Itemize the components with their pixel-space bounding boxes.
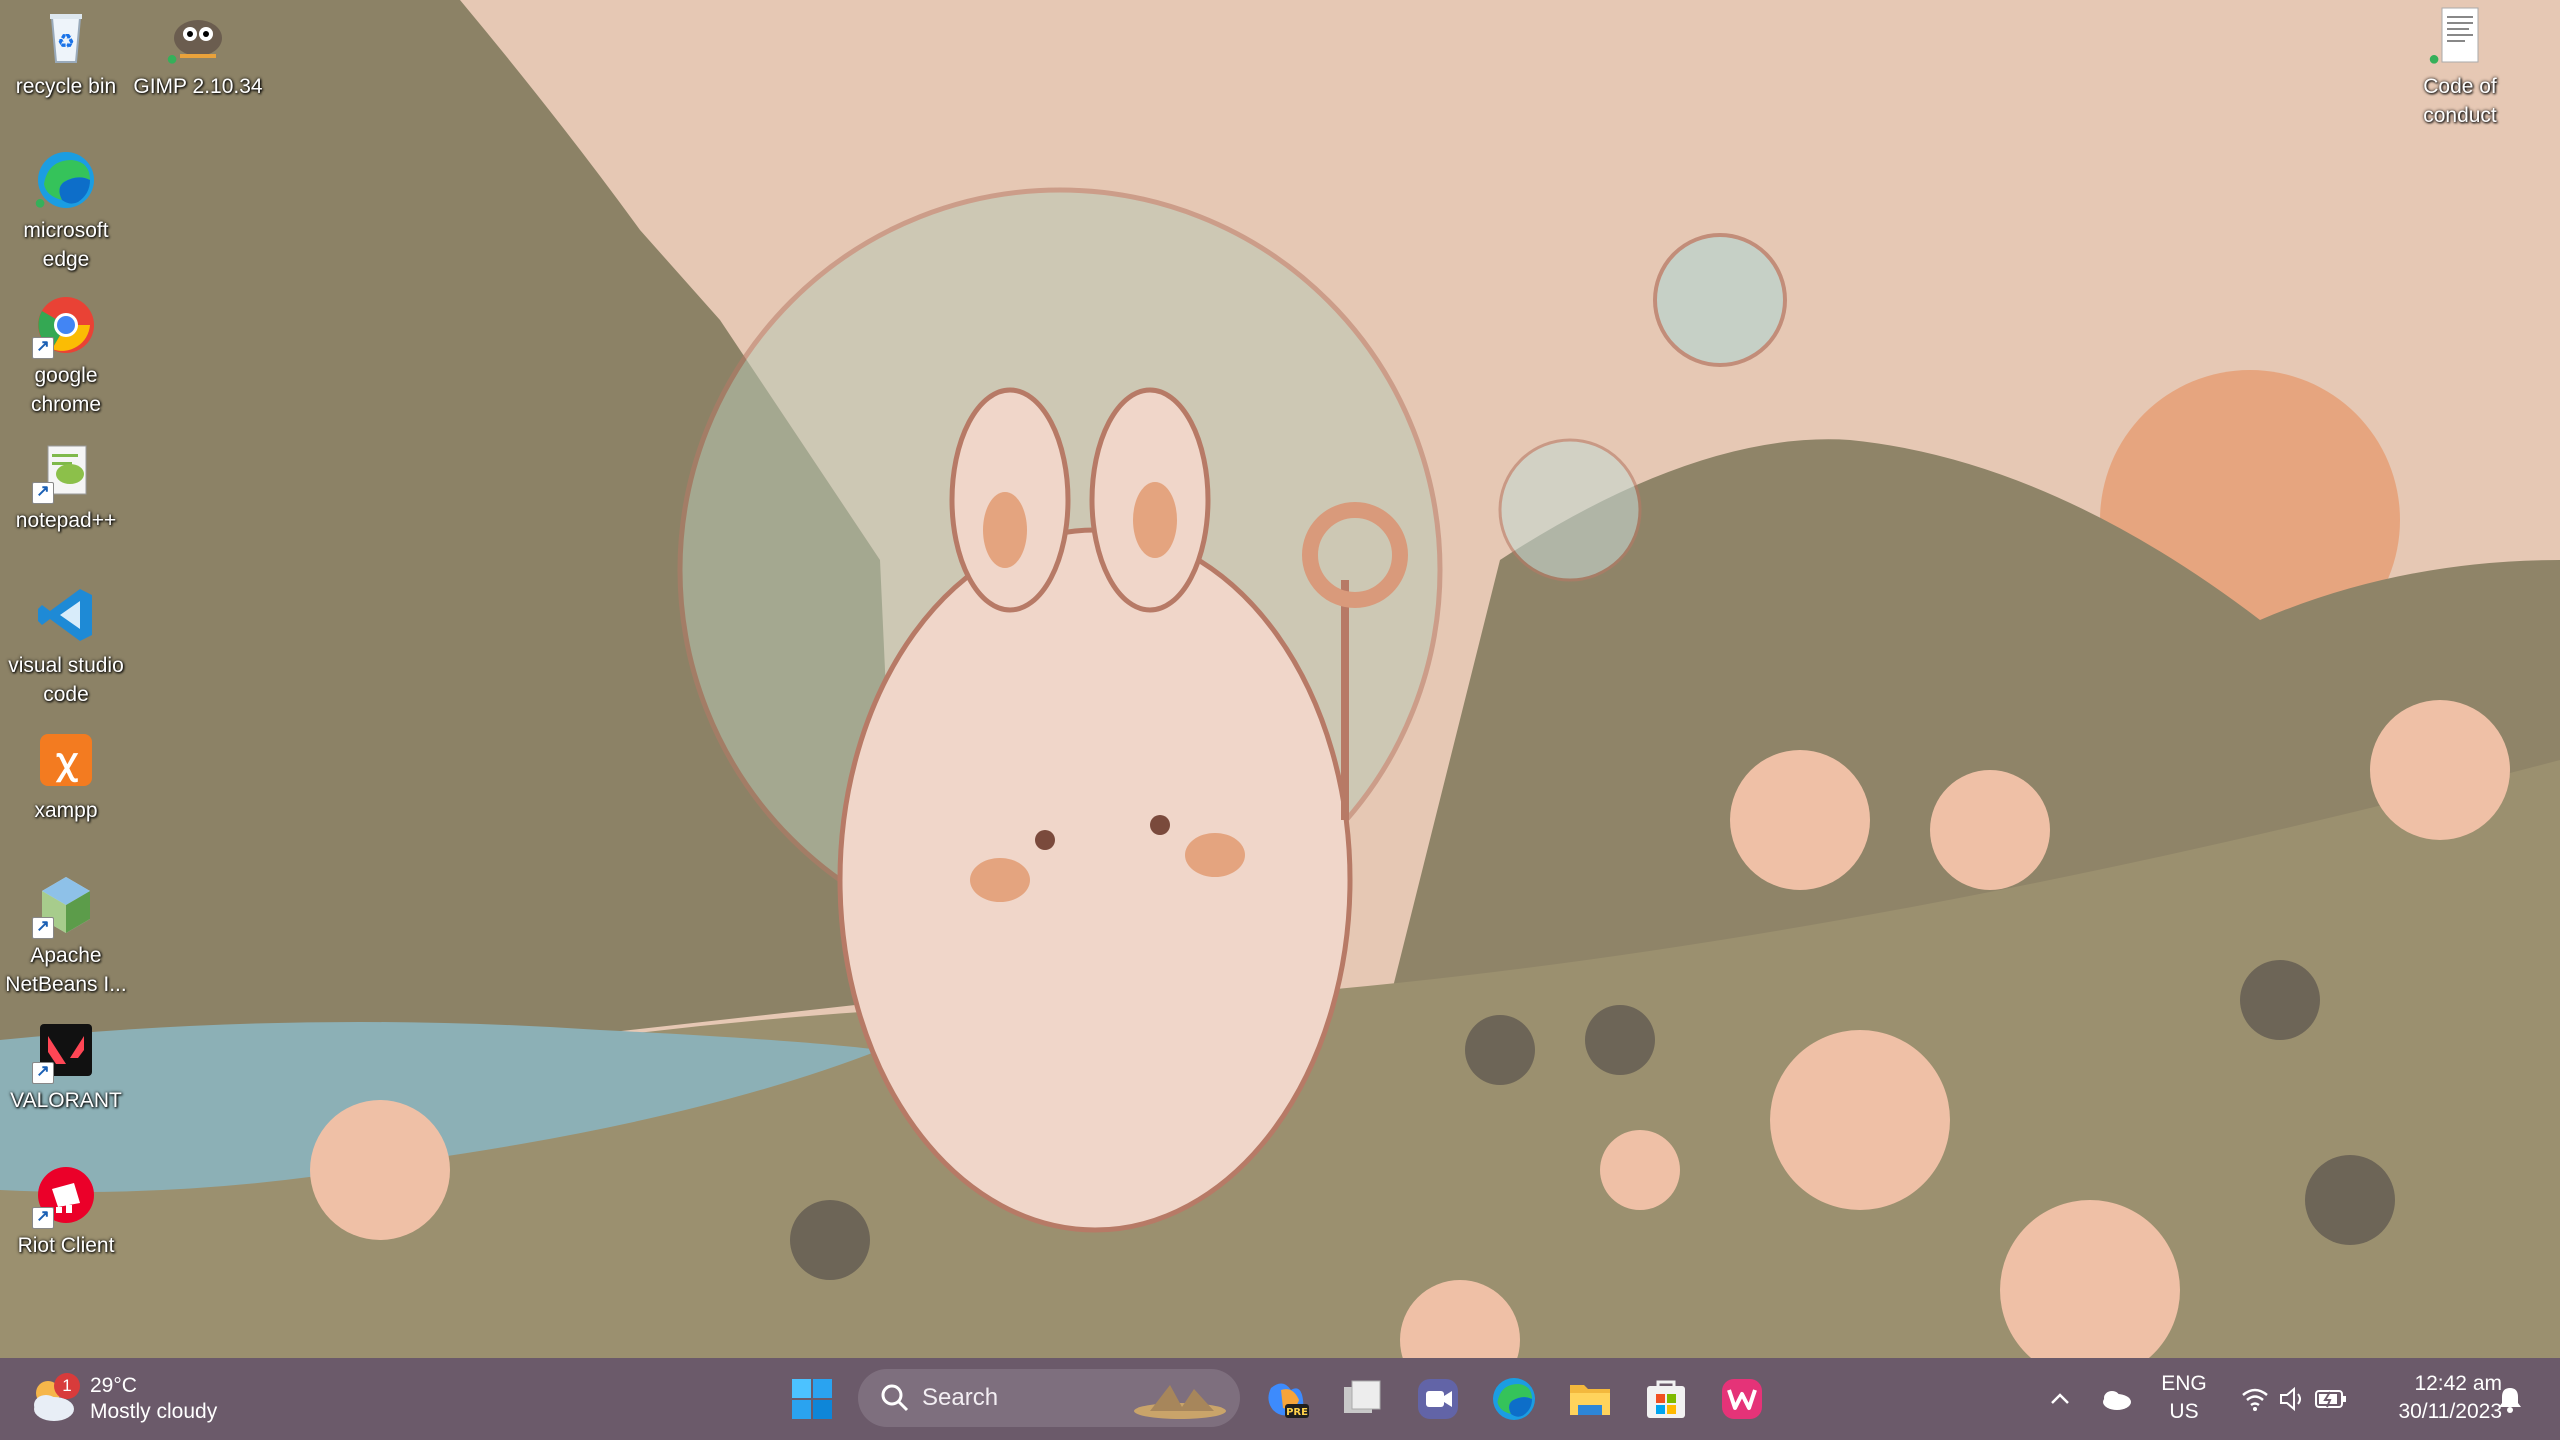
- desktop-icon-microsoft-edge[interactable]: ● microsoft edge: [0, 148, 132, 274]
- vscode-icon: [34, 583, 98, 647]
- edge-icon: ●: [34, 148, 98, 213]
- weather-condition: Mostly cloudy: [90, 1400, 218, 1423]
- taskbar-task-view-button[interactable]: [1330, 1367, 1394, 1431]
- chrome-icon: ↗: [32, 293, 98, 359]
- desktop-icon-xampp[interactable]: ꭓ xampp: [0, 728, 132, 825]
- task-view-icon: [1344, 1380, 1381, 1413]
- notifications-button[interactable]: [2480, 1367, 2540, 1431]
- taskbar-edge-button[interactable]: [1482, 1367, 1546, 1431]
- chevron-up-icon: [2051, 1393, 2069, 1404]
- desktop-icon-riot-client[interactable]: ↗ Riot Client: [0, 1163, 132, 1260]
- weather-alert-badge: 1: [54, 1373, 80, 1399]
- desktop-icon-gimp[interactable]: ● GIMP 2.10.34: [132, 4, 264, 101]
- desktop-icon-label: notepad++: [15, 509, 117, 532]
- microsoft-store-icon: [1647, 1380, 1685, 1418]
- volume-icon: [2280, 1386, 2301, 1412]
- weather-cloud-icon: 1: [26, 1371, 82, 1427]
- taskbar-file-explorer-button[interactable]: [1558, 1367, 1622, 1431]
- search-highlight-illustration-icon: [1134, 1385, 1226, 1419]
- taskbar: 1 29°C Mostly cloudy Search PRE ENG US 1…: [0, 1358, 2560, 1440]
- desktop-icon-label: visual studio code: [8, 654, 124, 706]
- taskbar-search-box[interactable]: Search: [858, 1369, 1240, 1427]
- desktop-icon-google-chrome[interactable]: ↗ google chrome: [0, 293, 132, 419]
- language-code: ENG: [2161, 1372, 2207, 1395]
- desktop-icon-notepad-plus-plus[interactable]: ↗ notepad++: [0, 438, 132, 535]
- desktop-wallpaper: [0, 0, 2560, 1358]
- svg-text:PRE: PRE: [1286, 1407, 1308, 1418]
- start-icon: [792, 1379, 832, 1419]
- copilot-pre-icon: PRE: [1268, 1383, 1309, 1418]
- netbeans-icon: ↗: [32, 873, 98, 939]
- desktop-icon-label: VALORANT: [10, 1089, 122, 1112]
- onedrive-button[interactable]: [2084, 1367, 2148, 1431]
- taskbar-copilot-button[interactable]: PRE: [1254, 1367, 1318, 1431]
- desktop-icon-visual-studio-code[interactable]: visual studio code: [0, 583, 132, 709]
- desktop-icon-label: Apache NetBeans I...: [5, 944, 127, 996]
- gimp-icon: ●: [166, 4, 230, 69]
- weather-temperature: 29°C: [90, 1374, 137, 1397]
- edge-icon: [1493, 1378, 1535, 1420]
- quick-settings-button[interactable]: [2226, 1367, 2362, 1431]
- recycle-bin-icon: ♻: [34, 4, 98, 68]
- desktop-icon-label: microsoft edge: [23, 219, 109, 271]
- wifi-icon: [2242, 1388, 2268, 1411]
- onedrive-cloud-icon: [2103, 1391, 2131, 1410]
- taskbar-wps-office-button[interactable]: [1710, 1367, 1774, 1431]
- taskbar-teams-meet-button[interactable]: [1406, 1367, 1470, 1431]
- desktop-icon-label: GIMP 2.10.34: [133, 75, 263, 98]
- input-language-indicator[interactable]: ENG US: [2150, 1370, 2218, 1426]
- battery-charging-icon: [2315, 1390, 2346, 1408]
- svg-text:♻: ♻: [57, 29, 75, 53]
- taskbar-microsoft-store-button[interactable]: [1634, 1367, 1698, 1431]
- keyboard-region: US: [2169, 1400, 2199, 1423]
- search-icon: [881, 1384, 909, 1412]
- show-hidden-icons-button[interactable]: [2028, 1367, 2092, 1431]
- search-label: Search: [922, 1384, 999, 1411]
- bell-icon: [2499, 1388, 2521, 1413]
- valorant-icon: ↗: [32, 1018, 98, 1084]
- wps-office-icon: [1722, 1379, 1762, 1419]
- document-icon: ●: [2428, 4, 2492, 69]
- desktop-icon-apache-netbeans[interactable]: ↗ Apache NetBeans I...: [0, 873, 132, 999]
- desktop-icon-label: Riot Client: [17, 1234, 115, 1257]
- weather-widget[interactable]: 1 29°C Mostly cloudy: [26, 1366, 217, 1432]
- desktop-icon-label: google chrome: [30, 364, 102, 416]
- desktop-icon-label: xampp: [34, 799, 98, 822]
- desktop-icon-code-of-conduct[interactable]: ● Code of conduct: [2394, 4, 2526, 130]
- teams-meet-icon: [1418, 1379, 1458, 1419]
- riot-client-icon: ↗: [32, 1163, 98, 1229]
- desktop-icon-valorant[interactable]: ↗ VALORANT: [0, 1018, 132, 1115]
- desktop-icon-label: recycle bin: [15, 75, 117, 98]
- xampp-icon: ꭓ: [34, 728, 98, 792]
- desktop-icon-recycle-bin[interactable]: ♻ recycle bin: [0, 4, 132, 101]
- start-button[interactable]: [780, 1367, 844, 1431]
- svg-text:ꭓ: ꭓ: [55, 741, 79, 783]
- desktop-icon-label: Code of conduct: [2423, 75, 2497, 127]
- notepad-plus-plus-icon: ↗: [32, 438, 98, 504]
- file-explorer-icon: [1570, 1385, 1610, 1415]
